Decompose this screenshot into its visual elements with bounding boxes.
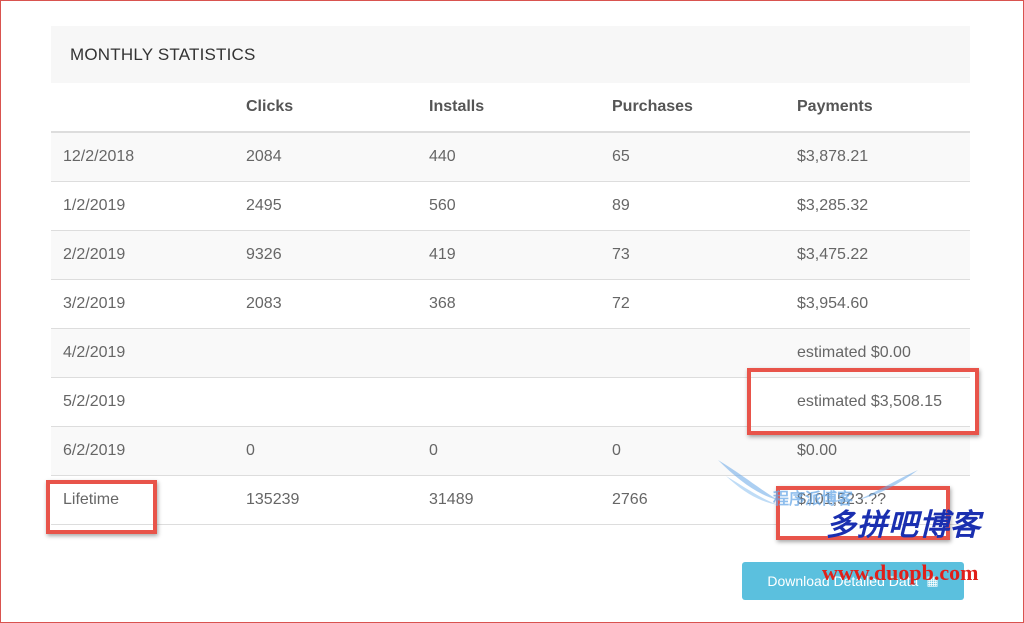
cell-clicks: 9326 xyxy=(246,230,429,280)
cell-date: 12/2/2018 xyxy=(51,132,246,182)
cell-installs: 0 xyxy=(429,426,612,476)
cell-purchases: 89 xyxy=(612,181,797,231)
cell-purchases: 73 xyxy=(612,230,797,280)
highlight-box-lifetime-label xyxy=(46,480,157,534)
table-row: 3/2/2019 2083 368 72 $3,954.60 xyxy=(51,279,970,329)
cell-date: 6/2/2019 xyxy=(51,426,246,476)
table-row: 1/2/2019 2495 560 89 $3,285.32 xyxy=(51,181,970,231)
cell-purchases: 65 xyxy=(612,132,797,182)
cell-clicks: 2495 xyxy=(246,181,429,231)
column-header-date xyxy=(51,83,246,133)
cell-installs: 368 xyxy=(429,279,612,329)
watermark-url-text: www.duopb.com xyxy=(822,560,979,585)
cell-installs: 440 xyxy=(429,132,612,182)
cell-installs: 419 xyxy=(429,230,612,280)
cell-payments: $3,954.60 xyxy=(797,279,970,329)
cell-clicks: 2084 xyxy=(246,132,429,182)
cell-clicks: 135239 xyxy=(246,475,429,525)
cell-clicks: 2083 xyxy=(246,279,429,329)
cell-clicks xyxy=(246,328,429,378)
panel-title: MONTHLY STATISTICS xyxy=(51,26,970,83)
cell-payments: $3,878.21 xyxy=(797,132,970,182)
highlight-box-estimated-payment xyxy=(747,368,979,435)
cell-payments: $3,285.32 xyxy=(797,181,970,231)
column-header-purchases: Purchases xyxy=(612,83,797,133)
cell-installs xyxy=(429,377,612,427)
cell-payments: $3,475.22 xyxy=(797,230,970,280)
column-header-installs: Installs xyxy=(429,83,612,133)
cell-purchases: 72 xyxy=(612,279,797,329)
table-header-row: Clicks Installs Purchases Payments xyxy=(51,83,970,133)
cell-installs xyxy=(429,328,612,378)
cell-clicks: 0 xyxy=(246,426,429,476)
cell-date: 1/2/2019 xyxy=(51,181,246,231)
cell-date: 2/2/2019 xyxy=(51,230,246,280)
cell-installs: 560 xyxy=(429,181,612,231)
column-header-payments: Payments xyxy=(797,83,970,133)
cell-date: 5/2/2019 xyxy=(51,377,246,427)
watermark-cn-text: 多拼吧博客 xyxy=(826,508,981,543)
cell-date: 3/2/2019 xyxy=(51,279,246,329)
table-row: 2/2/2019 9326 419 73 $3,475.22 xyxy=(51,230,970,280)
cell-installs: 31489 xyxy=(429,475,612,525)
cell-clicks xyxy=(246,377,429,427)
column-header-clicks: Clicks xyxy=(246,83,429,133)
cell-date: 4/2/2019 xyxy=(51,328,246,378)
table-row: 12/2/2018 2084 440 65 $3,878.21 xyxy=(51,132,970,182)
